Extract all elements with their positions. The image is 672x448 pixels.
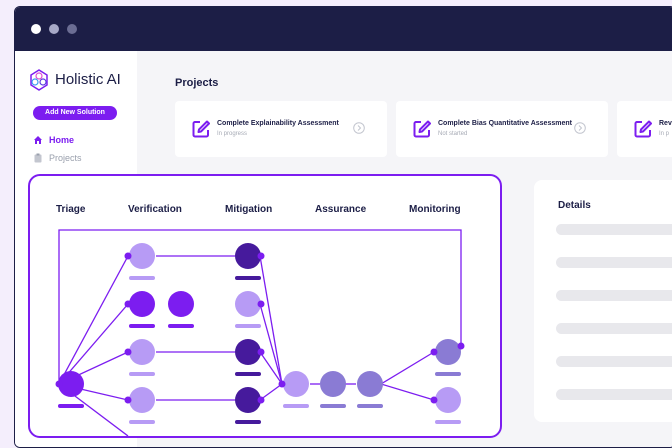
node-label-bar xyxy=(435,420,461,424)
clipboard-icon xyxy=(34,153,42,163)
project-card-status: In progress xyxy=(217,131,248,137)
holistic-logo-icon xyxy=(30,69,48,91)
node-monitoring-1[interactable] xyxy=(435,339,461,365)
node-mitigation-4[interactable] xyxy=(235,387,261,413)
connector-dots xyxy=(55,252,465,404)
details-heading: Details xyxy=(558,200,591,211)
connector-dot xyxy=(257,300,265,308)
node-monitoring-2[interactable] xyxy=(435,387,461,413)
node-verification-1[interactable] xyxy=(129,243,155,269)
sidebar-item-home[interactable]: Home xyxy=(34,135,75,145)
node-label-bar xyxy=(435,372,461,376)
node-label-bar xyxy=(235,372,261,376)
node-verification-2b[interactable] xyxy=(168,291,194,317)
connector-dot xyxy=(278,380,286,388)
connector-dot xyxy=(55,380,63,388)
connector-dot xyxy=(124,396,132,404)
node-verification-2[interactable] xyxy=(129,291,155,317)
skeleton-line xyxy=(556,290,672,301)
connector-dot xyxy=(124,348,132,356)
node-assurance-2[interactable] xyxy=(320,371,346,397)
chevron-right-icon[interactable] xyxy=(574,122,586,134)
pipeline-diagram xyxy=(55,229,465,436)
connector-dot xyxy=(457,342,465,350)
skeleton-line xyxy=(556,323,672,334)
project-card-status: In p xyxy=(659,131,670,137)
pipeline-panel: Triage Verification Mitigation Assurance… xyxy=(28,174,502,438)
window-minimize-dot[interactable] xyxy=(49,24,59,34)
sidebar-item-label: Home xyxy=(49,135,75,145)
node-label-bar xyxy=(235,420,261,424)
node-assurance-3[interactable] xyxy=(357,371,383,397)
pipeline-nodes xyxy=(58,243,461,413)
node-mitigation-1[interactable] xyxy=(235,243,261,269)
node-assurance-1[interactable] xyxy=(283,371,309,397)
connector-dot xyxy=(257,348,265,356)
project-card-title: Rev xyxy=(659,120,672,127)
details-panel: Details xyxy=(534,180,672,422)
sidebar-item-label: Projects xyxy=(49,153,82,163)
window-close-dot[interactable] xyxy=(31,24,41,34)
edit-icon xyxy=(192,120,210,138)
node-label-bar xyxy=(320,404,346,408)
connector-dot xyxy=(124,300,132,308)
connector-dot xyxy=(257,396,265,404)
node-label-bar xyxy=(235,276,261,280)
project-card-title: Complete Explainability Assessment xyxy=(217,120,339,127)
connector-dot xyxy=(124,252,132,260)
skeleton-line xyxy=(556,257,672,268)
skeleton-line xyxy=(556,224,672,235)
add-new-solution-button[interactable]: Add New Solution xyxy=(33,106,117,120)
app-name: Holistic AI xyxy=(55,71,121,88)
node-label-bar xyxy=(283,404,309,408)
node-label-bar xyxy=(235,324,261,328)
node-label-bar xyxy=(168,324,194,328)
node-mitigation-3[interactable] xyxy=(235,339,261,365)
node-label-bar xyxy=(129,276,155,280)
sidebar-item-projects[interactable]: Projects xyxy=(34,153,82,163)
home-icon xyxy=(34,136,42,144)
window-maximize-dot[interactable] xyxy=(67,24,77,34)
title-bar xyxy=(15,7,672,51)
skeleton-line xyxy=(556,356,672,367)
node-verification-4[interactable] xyxy=(129,387,155,413)
node-verification-3[interactable] xyxy=(129,339,155,365)
connector-dot xyxy=(430,348,438,356)
connector-dot xyxy=(430,396,438,404)
chevron-right-icon[interactable] xyxy=(353,122,365,134)
node-mitigation-2[interactable] xyxy=(235,291,261,317)
node-label-bar xyxy=(129,420,155,424)
connector-dot xyxy=(257,252,265,260)
project-card-status: Not started xyxy=(438,131,468,137)
skeleton-line xyxy=(556,389,672,400)
projects-heading: Projects xyxy=(175,77,219,89)
node-label-bar xyxy=(129,324,155,328)
project-card[interactable]: Rev In p xyxy=(617,101,672,157)
node-label-bar xyxy=(58,404,84,408)
project-card[interactable]: Complete Bias Quantitative Assessment No… xyxy=(396,101,608,157)
edit-icon xyxy=(413,120,431,138)
edit-icon xyxy=(634,120,652,138)
project-card-title: Complete Bias Quantitative Assessment xyxy=(438,120,572,127)
node-label-bar xyxy=(129,372,155,376)
node-label-bar xyxy=(357,404,383,408)
project-card[interactable]: Complete Explainability Assessment In pr… xyxy=(175,101,387,157)
